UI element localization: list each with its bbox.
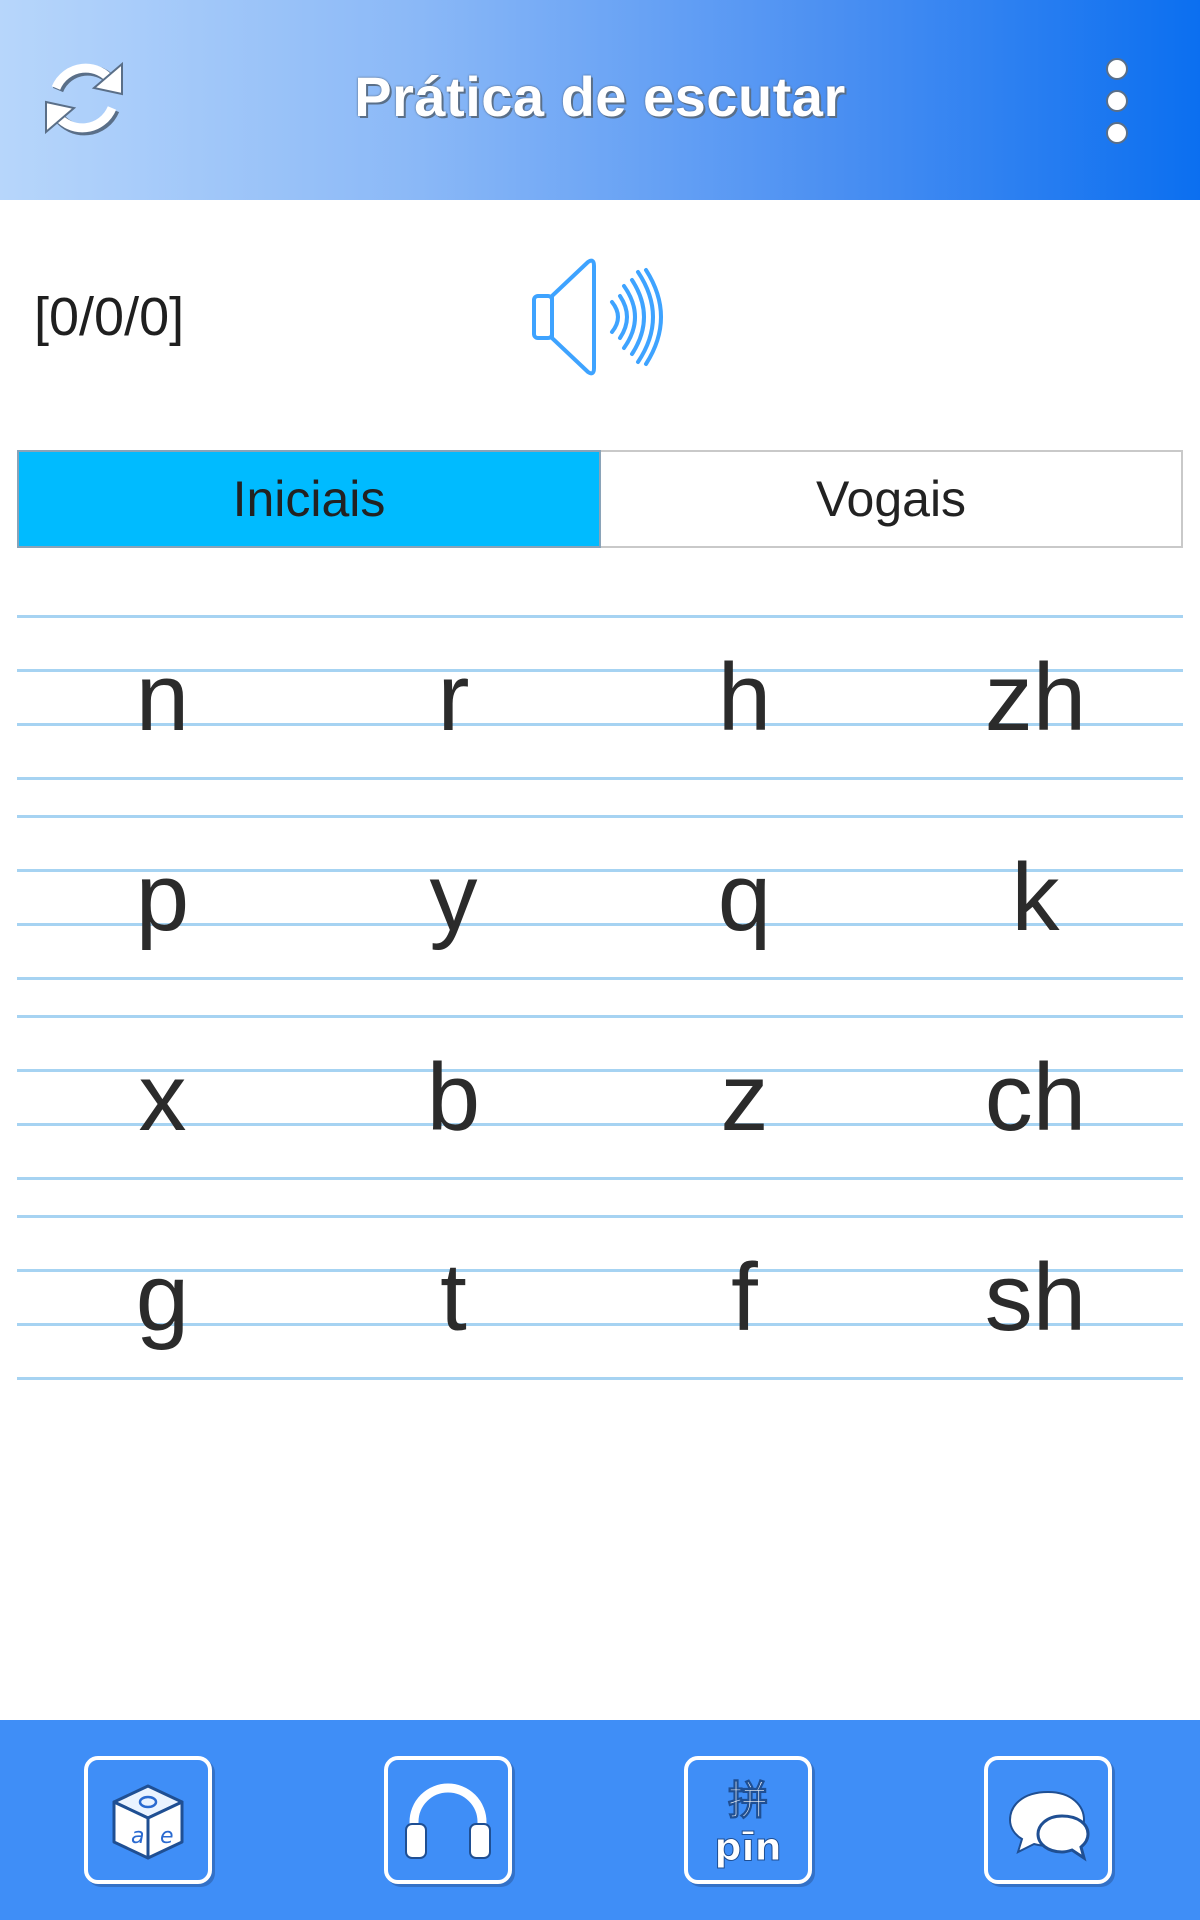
syllable-cell[interactable]: g [17,1215,308,1381]
syllable-cell[interactable]: y [308,815,599,981]
syllable-cell[interactable]: r [308,615,599,781]
grid-row: n r h zh [17,615,1183,815]
syllable-cell[interactable]: t [308,1215,599,1381]
syllable-cell[interactable]: q [599,815,890,981]
headphones-icon [405,1783,491,1859]
tab-vogais[interactable]: Vogais [601,450,1183,548]
tab-iniciais[interactable]: Iniciais [17,450,601,548]
syllable-cell[interactable]: n [17,615,308,781]
letter-cube-icon: a e [112,1784,184,1860]
syllable-cell[interactable]: z [599,1015,890,1181]
pinyin-text: pīn [714,1825,781,1869]
more-options-button[interactable] [1090,56,1144,146]
speaker-volume-icon [532,258,663,376]
syllable-cell[interactable]: ch [890,1015,1181,1181]
play-sound-button[interactable] [528,252,672,382]
syllable-cell[interactable]: k [890,815,1181,981]
pinyin-glyph: 拼 [728,1778,768,1824]
tab-listening[interactable] [384,1756,512,1884]
grid-row: g t f sh [17,1215,1183,1415]
syllable-grid: n r h zh p y q k x b z ch g t f sh [17,615,1183,1415]
syllable-cell[interactable]: f [599,1215,890,1381]
category-segmented-control: Iniciais Vogais [17,450,1183,548]
chat-bubbles-icon [1008,1790,1090,1862]
score-counter: [0/0/0] [34,287,185,347]
syllable-cell[interactable]: p [17,815,308,981]
svg-text:a: a [131,1824,144,1849]
svg-text:e: e [160,1824,174,1849]
syllable-cell[interactable]: sh [890,1215,1181,1381]
more-vertical-icon [1106,58,1128,144]
syllable-cell[interactable]: x [17,1015,308,1181]
syllable-cell[interactable]: h [599,615,890,781]
grid-row: x b z ch [17,1015,1183,1215]
syllable-cell[interactable]: zh [890,615,1181,781]
grid-row: p y q k [17,815,1183,1015]
pinyin-icon: 拼 pīn [714,1778,782,1870]
page-title: Prática de escutar [354,65,846,128]
tab-chat[interactable] [984,1756,1112,1884]
tab-pinyin[interactable]: 拼 pīn [684,1756,812,1884]
app-header: Prática de escutar [0,0,1200,200]
syllable-cell[interactable]: b [308,1015,599,1181]
tab-letters[interactable]: a e [84,1756,212,1884]
bottom-tab-bar: a e 拼 pīn [0,1720,1200,1920]
